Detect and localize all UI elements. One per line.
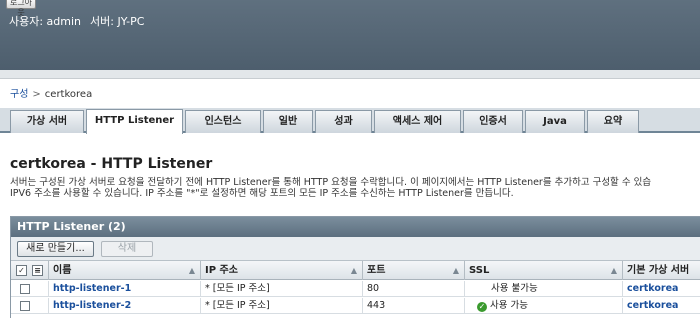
sort-icon[interactable]: ▲: [351, 261, 357, 280]
new-listener-button[interactable]: 새로 만들기...: [17, 241, 94, 257]
tab-bar: 가상 서버 HTTP Listener 인스턴스 일반 성과 액세스 제어 인증…: [0, 108, 700, 134]
row-select-cell: [11, 298, 49, 314]
select-all-icon[interactable]: ✓: [16, 265, 27, 276]
user-info: 사용자: admin 서버: JY-PC: [9, 13, 144, 29]
user-label: 사용자: admin: [9, 15, 82, 28]
table-header: ✓ ≡ 이름 ▲ IP 주소 ▲ 포트 ▲ SSL ▲ 기본 가상 서버: [11, 261, 700, 280]
tab-instances[interactable]: 인스턴스: [185, 110, 261, 133]
listener-name-link[interactable]: http-listener-2: [49, 298, 201, 314]
column-header-name[interactable]: 이름 ▲: [49, 261, 201, 280]
column-header-port[interactable]: 포트 ▲: [363, 261, 465, 280]
ip-address-cell: * [모든 IP 주소]: [201, 281, 363, 297]
listener-table-panel: HTTP Listener (2) 새로 만들기... 삭제 ✓ ≡ 이름 ▲ I…: [10, 216, 700, 318]
tab-performance[interactable]: 성과: [315, 110, 372, 133]
table-title: HTTP Listener (2): [11, 217, 700, 237]
tab-virtual-server[interactable]: 가상 서버: [10, 110, 84, 133]
delete-button[interactable]: 삭제: [101, 241, 153, 257]
ssl-status-text: 사용 가능: [490, 300, 528, 311]
tab-certificates[interactable]: 인증서: [463, 110, 523, 133]
virtual-server-link[interactable]: certkorea: [623, 281, 700, 297]
sort-icon[interactable]: ▲: [189, 261, 195, 280]
check-circle-icon: ✓: [477, 302, 487, 312]
breadcrumb: 구성 > certkorea: [10, 85, 92, 100]
row-select-cell: [11, 281, 49, 297]
description-line-1: 서버는 구성된 가상 서버로 요청을 전달하기 전에 HTTP Listener…: [10, 177, 652, 188]
breadcrumb-current: certkorea: [44, 89, 93, 100]
deselect-all-icon[interactable]: ≡: [32, 265, 43, 276]
select-column-header: ✓ ≡: [11, 261, 49, 280]
ip-address-cell: * [모든 IP 주소]: [201, 298, 363, 314]
table-row: http-listener-1 * [모든 IP 주소] 80 사용 불가능 c…: [11, 281, 700, 297]
tab-access-control[interactable]: 액세스 제어: [374, 110, 461, 133]
sort-icon[interactable]: ▲: [611, 261, 617, 280]
sort-icon[interactable]: ▲: [453, 261, 459, 280]
table-row: http-listener-2 * [모든 IP 주소] 443 ✓ 사용 가능 …: [11, 298, 700, 314]
row-checkbox[interactable]: [20, 283, 30, 294]
ssl-status-cell: ✓ 사용 가능: [465, 298, 623, 314]
table-toolbar: 새로 만들기... 삭제: [11, 237, 700, 261]
breadcrumb-root-link[interactable]: 구성: [10, 89, 28, 100]
virtual-server-link[interactable]: certkorea: [623, 298, 700, 314]
tab-java[interactable]: Java: [525, 110, 585, 133]
column-header-ssl[interactable]: SSL ▲: [465, 261, 623, 280]
listener-name-link[interactable]: http-listener-1: [49, 281, 201, 297]
logout-button[interactable]: 로그아웃: [6, 0, 36, 17]
masthead: 로그아웃 사용자: admin 서버: JY-PC: [0, 0, 700, 70]
page-title: certkorea - HTTP Listener: [10, 156, 213, 172]
description-line-2: IPV6 주소를 사용할 수 있습니다. IP 주소를 "*"로 설정하면 해당…: [10, 188, 514, 199]
server-label: 서버: JY-PC: [90, 15, 145, 28]
column-header-ip[interactable]: IP 주소 ▲: [201, 261, 363, 280]
port-cell: 80: [363, 281, 465, 297]
tab-general[interactable]: 일반: [263, 110, 313, 133]
header-divider: [0, 70, 700, 79]
port-cell: 443: [363, 298, 465, 314]
column-header-default-virtual-server[interactable]: 기본 가상 서버: [623, 261, 700, 280]
row-checkbox[interactable]: [20, 300, 30, 311]
ssl-status-cell: 사용 불가능: [465, 281, 623, 297]
page-description: 서버는 구성된 가상 서버로 요청을 전달하기 전에 HTTP Listener…: [10, 177, 700, 199]
breadcrumb-separator: >: [32, 89, 41, 100]
tab-http-listener[interactable]: HTTP Listener: [86, 109, 183, 134]
tab-summary[interactable]: 요약: [587, 110, 639, 133]
